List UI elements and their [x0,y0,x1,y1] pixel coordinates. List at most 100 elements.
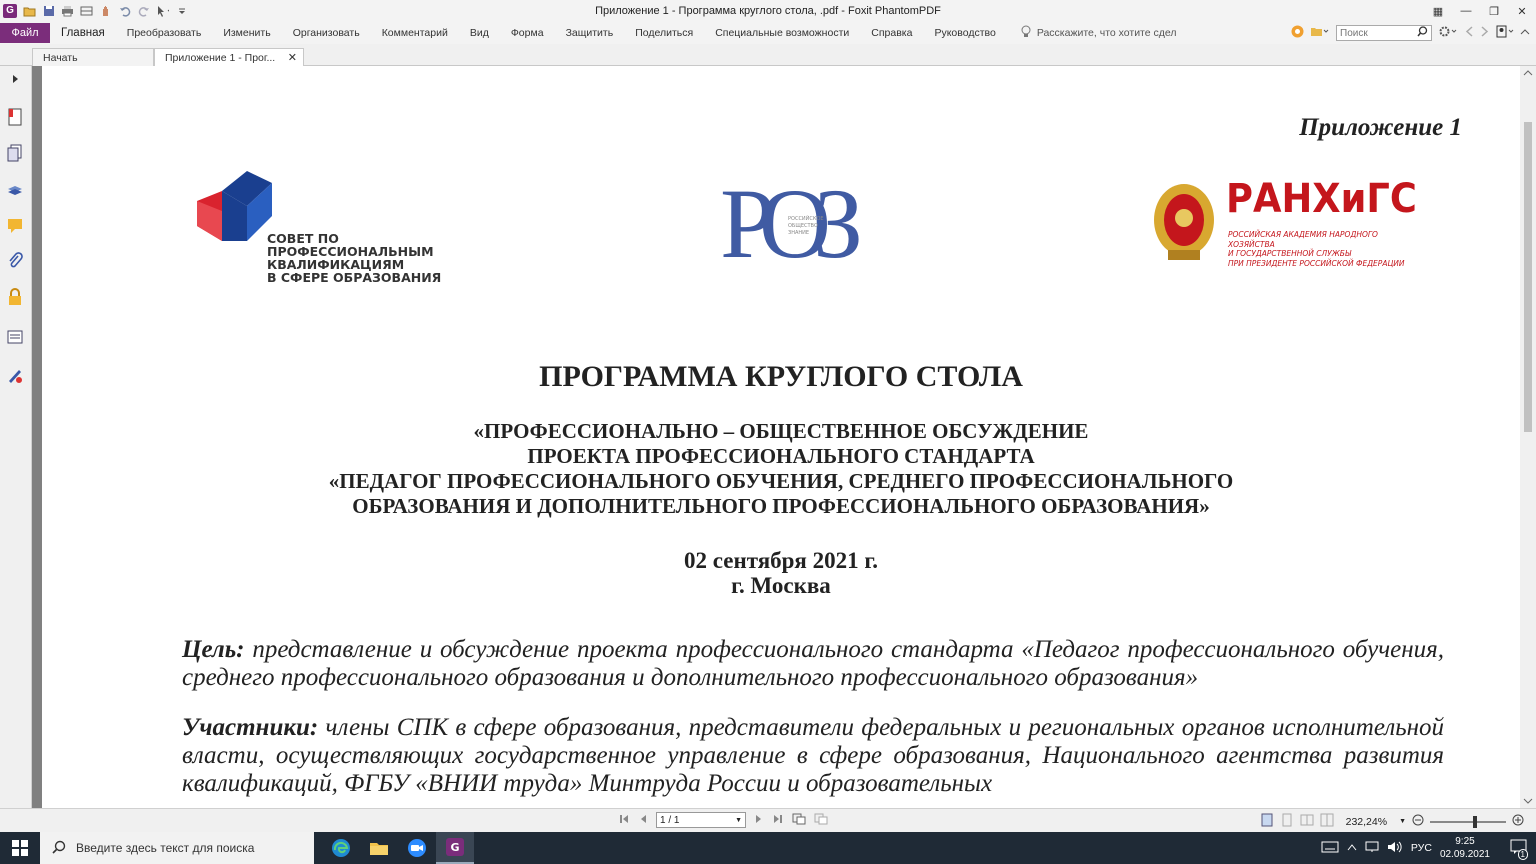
tab-comment[interactable]: Комментарий [371,23,459,43]
zoom-value[interactable]: 232,24% [1340,816,1393,828]
folder-icon [370,843,388,855]
file-tab[interactable]: Файл [0,23,50,43]
next-page-icon[interactable] [754,813,764,828]
tab-home[interactable]: Главная [50,23,116,43]
zoom-dropdown-icon[interactable]: ▼ [1399,818,1406,825]
start-button[interactable] [0,832,40,864]
foxit-logo-icon[interactable]: G [3,4,17,18]
ranepa-logo: РАНХиГС РОССИЙСКАЯ АКАДЕМИЯ НАРОДНОГО ХО… [1150,174,1420,274]
document-viewport[interactable]: Приложение 1 СОВЕТ ПО ПРОФЕССИОНАЛЬНЫМ К… [32,66,1520,808]
previous-view-icon[interactable] [792,813,806,828]
roz-text-line-2: ОБЩЕСТВО [788,223,818,229]
language-indicator[interactable]: РУС [1411,842,1432,854]
back-arrow-icon[interactable] [1464,25,1474,41]
taskbar-explorer[interactable] [360,832,398,864]
attachments-icon[interactable] [6,252,24,270]
taskbar-edge[interactable] [322,832,360,864]
maximize-button[interactable]: ❐ [1480,0,1508,22]
settings-gear-icon[interactable] [1438,25,1458,41]
taskbar-search-placeholder: Введите здесь текст для поиска [76,841,255,855]
ribbon: Файл Главная Преобразовать Изменить Орга… [0,22,1536,44]
ranepa-name: РАНХиГС [1226,176,1417,222]
redo-icon[interactable] [137,5,150,18]
chevron-up-icon[interactable] [1347,842,1357,854]
taskbar-foxit[interactable]: G [436,832,474,864]
open-folder-icon[interactable] [23,5,36,18]
network-icon[interactable] [1365,841,1379,856]
user-icon[interactable] [1496,25,1514,41]
bookmarks-icon[interactable] [6,108,24,126]
volume-icon[interactable] [1387,841,1403,856]
expand-panel-icon[interactable] [6,70,24,88]
search-icon [52,840,66,857]
signatures-icon[interactable] [6,366,24,384]
zoom-out-icon[interactable] [1412,814,1424,829]
zoom-slider-knob[interactable] [1473,815,1478,828]
vertical-scrollbar[interactable] [1520,66,1536,808]
undo-icon[interactable] [118,5,131,18]
first-page-icon[interactable] [618,813,630,828]
search-icon[interactable] [1417,26,1428,40]
content-icon[interactable] [6,328,24,346]
tab-organize[interactable]: Организовать [282,23,371,43]
comments-icon[interactable] [6,216,24,234]
tab-view[interactable]: Вид [459,23,500,43]
tab-accessibility[interactable]: Специальные возможности [704,23,860,43]
continuous-view-icon[interactable] [1280,813,1294,830]
pages-icon[interactable] [6,144,24,162]
customize-qat-icon[interactable] [175,5,188,18]
select-tool-icon[interactable] [156,5,169,18]
search-input[interactable] [1340,27,1412,39]
security-lock-icon[interactable] [6,288,24,306]
page-number-select[interactable]: 1 / 1 ▼ [656,812,746,828]
ribbon-layout-icon[interactable]: ▦ [1424,0,1452,22]
taskbar-zoom[interactable] [398,832,436,864]
account-icon[interactable] [1291,25,1304,41]
layers-icon[interactable] [6,180,24,198]
tell-me-box[interactable]: Расскажите, что хотите сдел [1007,25,1177,41]
notification-count: 1 [1517,848,1528,860]
tab-convert[interactable]: Преобразовать [116,23,213,43]
foxit-app-icon: G [446,838,464,856]
scroll-down-icon[interactable] [1520,796,1536,806]
tab-protect[interactable]: Защитить [555,23,625,43]
roz-letters: РОЗ [720,168,863,279]
save-icon[interactable] [42,5,55,18]
tab-guide[interactable]: Руководство [923,23,1006,43]
search-box[interactable] [1336,25,1432,41]
subtitle-line-1: «ПРОФЕССИОНАЛЬНО – ОБЩЕСТВЕННОЕ ОБСУЖДЕН… [473,419,1089,443]
tab-share[interactable]: Поделиться [624,23,704,43]
close-tab-icon[interactable]: ✕ [288,51,297,64]
tab-form[interactable]: Форма [500,23,555,43]
collapse-ribbon-icon[interactable] [1520,25,1530,41]
status-bar: 1 / 1 ▼ 232,24% ▼ [0,808,1536,832]
taskbar-search[interactable]: Введите здесь текст для поиска [40,832,314,864]
print-icon[interactable] [61,5,74,18]
continuous-facing-view-icon[interactable] [1320,813,1334,830]
tab-start[interactable]: Начать [32,48,154,66]
single-page-view-icon[interactable] [1260,813,1274,830]
tab-help[interactable]: Справка [860,23,923,43]
scroll-up-icon[interactable] [1520,68,1536,78]
scan-icon[interactable] [80,5,93,18]
find-folder-icon[interactable] [1310,25,1330,41]
hand-icon[interactable] [99,5,112,18]
notifications-icon[interactable]: 1 [1510,839,1528,860]
zoom-in-icon[interactable] [1512,814,1524,829]
subtitle-line-4: ОБРАЗОВАНИЯ И ДОПОЛНИТЕЛЬНОГО ПРОФЕССИОН… [352,494,1210,518]
facing-view-icon[interactable] [1300,813,1314,830]
last-page-icon[interactable] [772,813,784,828]
tab-current-document[interactable]: Приложение 1 - Прог... ✕ [154,48,304,66]
tab-edit[interactable]: Изменить [212,23,281,43]
next-view-icon[interactable] [814,813,828,828]
scrollbar-thumb[interactable] [1524,122,1532,432]
zoom-slider[interactable] [1430,815,1506,828]
clock[interactable]: 9:25 02.09.2021 [1440,835,1490,861]
prev-page-icon[interactable] [638,813,648,828]
clock-time: 9:25 [1455,836,1475,847]
minimize-button[interactable]: — [1452,0,1480,22]
keyboard-icon[interactable] [1321,841,1339,856]
close-button[interactable]: ✕ [1508,0,1536,22]
title-bar: G Приложение 1 - Программа круглого стол… [0,0,1536,22]
forward-arrow-icon[interactable] [1480,25,1490,41]
